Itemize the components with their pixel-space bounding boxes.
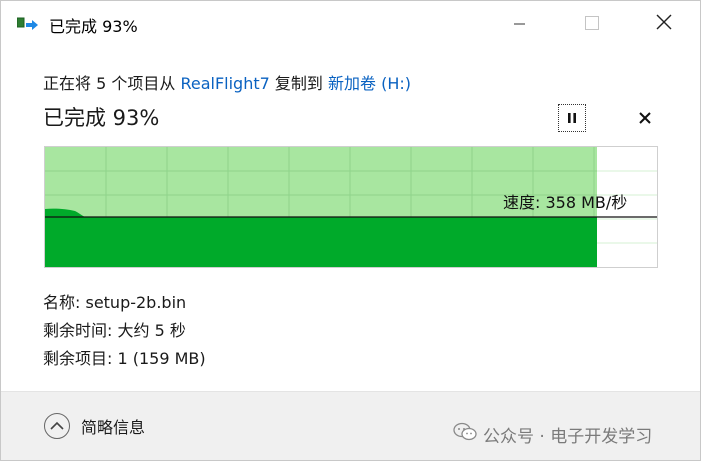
minimize-icon <box>514 15 526 34</box>
maximize-icon <box>585 15 599 34</box>
window-title: 已完成 93% <box>49 17 138 36</box>
file-name: 名称: setup-2b.bin <box>43 293 187 312</box>
title-bar[interactable]: 已完成 93% <box>1 1 700 47</box>
fewer-details-toggle[interactable]: 简略信息 <box>43 412 145 440</box>
time-remaining: 剩余时间: 大约 5 秒 <box>43 321 186 340</box>
desc-prefix: 正在将 5 个项目从 <box>43 74 181 93</box>
copy-progress-icon <box>16 17 39 33</box>
transfer-description: 正在将 5 个项目从 RealFlight7 复制到 新加卷 (H:) <box>43 70 411 94</box>
chevron-up-icon <box>43 412 71 440</box>
copy-progress-window: 已完成 93% 正在将 5 个项目从 RealFlight7 复制到 新加卷 (… <box>0 0 701 461</box>
close-icon <box>656 14 672 34</box>
destination-drive-link[interactable]: 新加卷 (H:) <box>328 74 411 93</box>
cancel-button[interactable] <box>633 106 657 130</box>
progress-status: 已完成 93% <box>43 106 160 130</box>
wechat-icon <box>453 422 477 447</box>
cancel-icon <box>639 109 651 128</box>
minimize-button[interactable] <box>497 1 543 47</box>
items-remaining: 剩余项目: 1 (159 MB) <box>43 349 206 368</box>
pause-button[interactable] <box>558 104 586 132</box>
desc-mid: 复制到 <box>269 74 328 93</box>
close-button[interactable] <box>641 1 687 47</box>
maximize-button[interactable] <box>569 1 615 47</box>
pause-icon <box>566 109 578 128</box>
watermark-text: 公众号 · 电子开发学习 <box>483 427 653 447</box>
speed-label: 速度: 358 MB/秒 <box>503 193 628 212</box>
watermark: 公众号 · 电子开发学习 <box>453 422 652 447</box>
fewer-details-label: 简略信息 <box>81 418 146 437</box>
source-folder-link[interactable]: RealFlight7 <box>180 74 269 93</box>
